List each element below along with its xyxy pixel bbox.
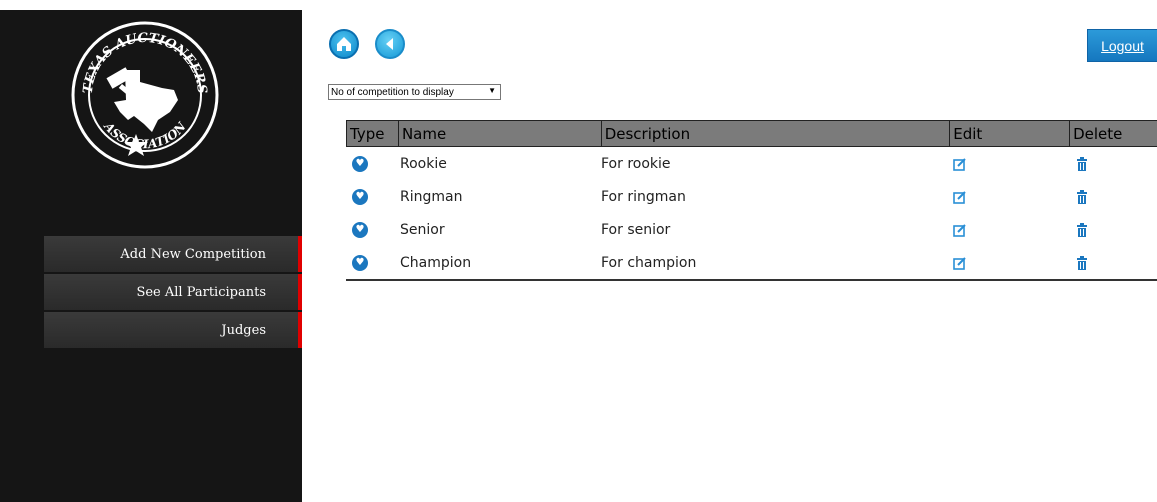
association-logo: TEXAS AUCTIONEERS ASSOCIATION — [71, 21, 219, 169]
trophy-icon: ♥ — [352, 221, 368, 238]
menu-item-judges[interactable]: Judges — [44, 312, 302, 348]
competition-name: Senior — [400, 221, 445, 238]
edit-icon[interactable] — [953, 157, 967, 171]
logout-button[interactable]: Logout — [1087, 29, 1157, 62]
menu-item-see-all-participants[interactable]: See All Participants — [44, 274, 302, 310]
table-header: Type Name Description Edit Delete — [346, 120, 1157, 147]
column-header-delete: Delete — [1073, 124, 1123, 143]
competition-description: For ringman — [601, 188, 686, 205]
edit-icon[interactable] — [953, 223, 967, 237]
home-icon[interactable] — [329, 29, 359, 59]
trophy-icon: ♥ — [352, 188, 368, 205]
competition-description: For senior — [601, 221, 671, 238]
competition-name: Ringman — [400, 188, 463, 205]
dropdown-arrow-icon: ▼ — [488, 86, 496, 95]
competitions-table: Type Name Description Edit Delete ♥ Rook… — [346, 120, 1157, 281]
competition-count-select[interactable]: No of competition to display ▼ — [328, 84, 501, 100]
competition-count-select-value: No of competition to display — [331, 86, 454, 98]
competition-name: Champion — [400, 254, 472, 271]
column-header-name: Name — [399, 121, 602, 146]
column-header-edit: Edit — [950, 121, 1071, 146]
sidebar: TEXAS AUCTIONEERS ASSOCIATION Add New Co… — [0, 10, 302, 502]
table-row: ♥ Champion For champion — [346, 246, 1157, 279]
column-header-description: Description — [602, 121, 951, 146]
back-arrow-icon[interactable] — [375, 29, 405, 59]
trash-icon[interactable] — [1076, 189, 1088, 204]
trash-icon[interactable] — [1076, 255, 1088, 270]
table-row: ♥ Senior For senior — [346, 213, 1157, 246]
column-header-type: Type — [347, 121, 399, 146]
trophy-icon: ♥ — [352, 155, 368, 172]
competition-name: Rookie — [400, 155, 447, 172]
trash-icon[interactable] — [1076, 156, 1088, 171]
table-row: ♥ Rookie For rookie — [346, 147, 1157, 180]
sidebar-menu: Add New Competition See All Participants… — [44, 236, 302, 350]
edit-icon[interactable] — [953, 190, 967, 204]
trash-icon[interactable] — [1076, 222, 1088, 237]
menu-item-add-new-competition[interactable]: Add New Competition — [44, 236, 302, 272]
trophy-icon: ♥ — [352, 254, 368, 271]
edit-icon[interactable] — [953, 256, 967, 270]
competition-description: For rookie — [601, 155, 671, 172]
competition-description: For champion — [601, 254, 697, 271]
table-row: ♥ Ringman For ringman — [346, 180, 1157, 213]
